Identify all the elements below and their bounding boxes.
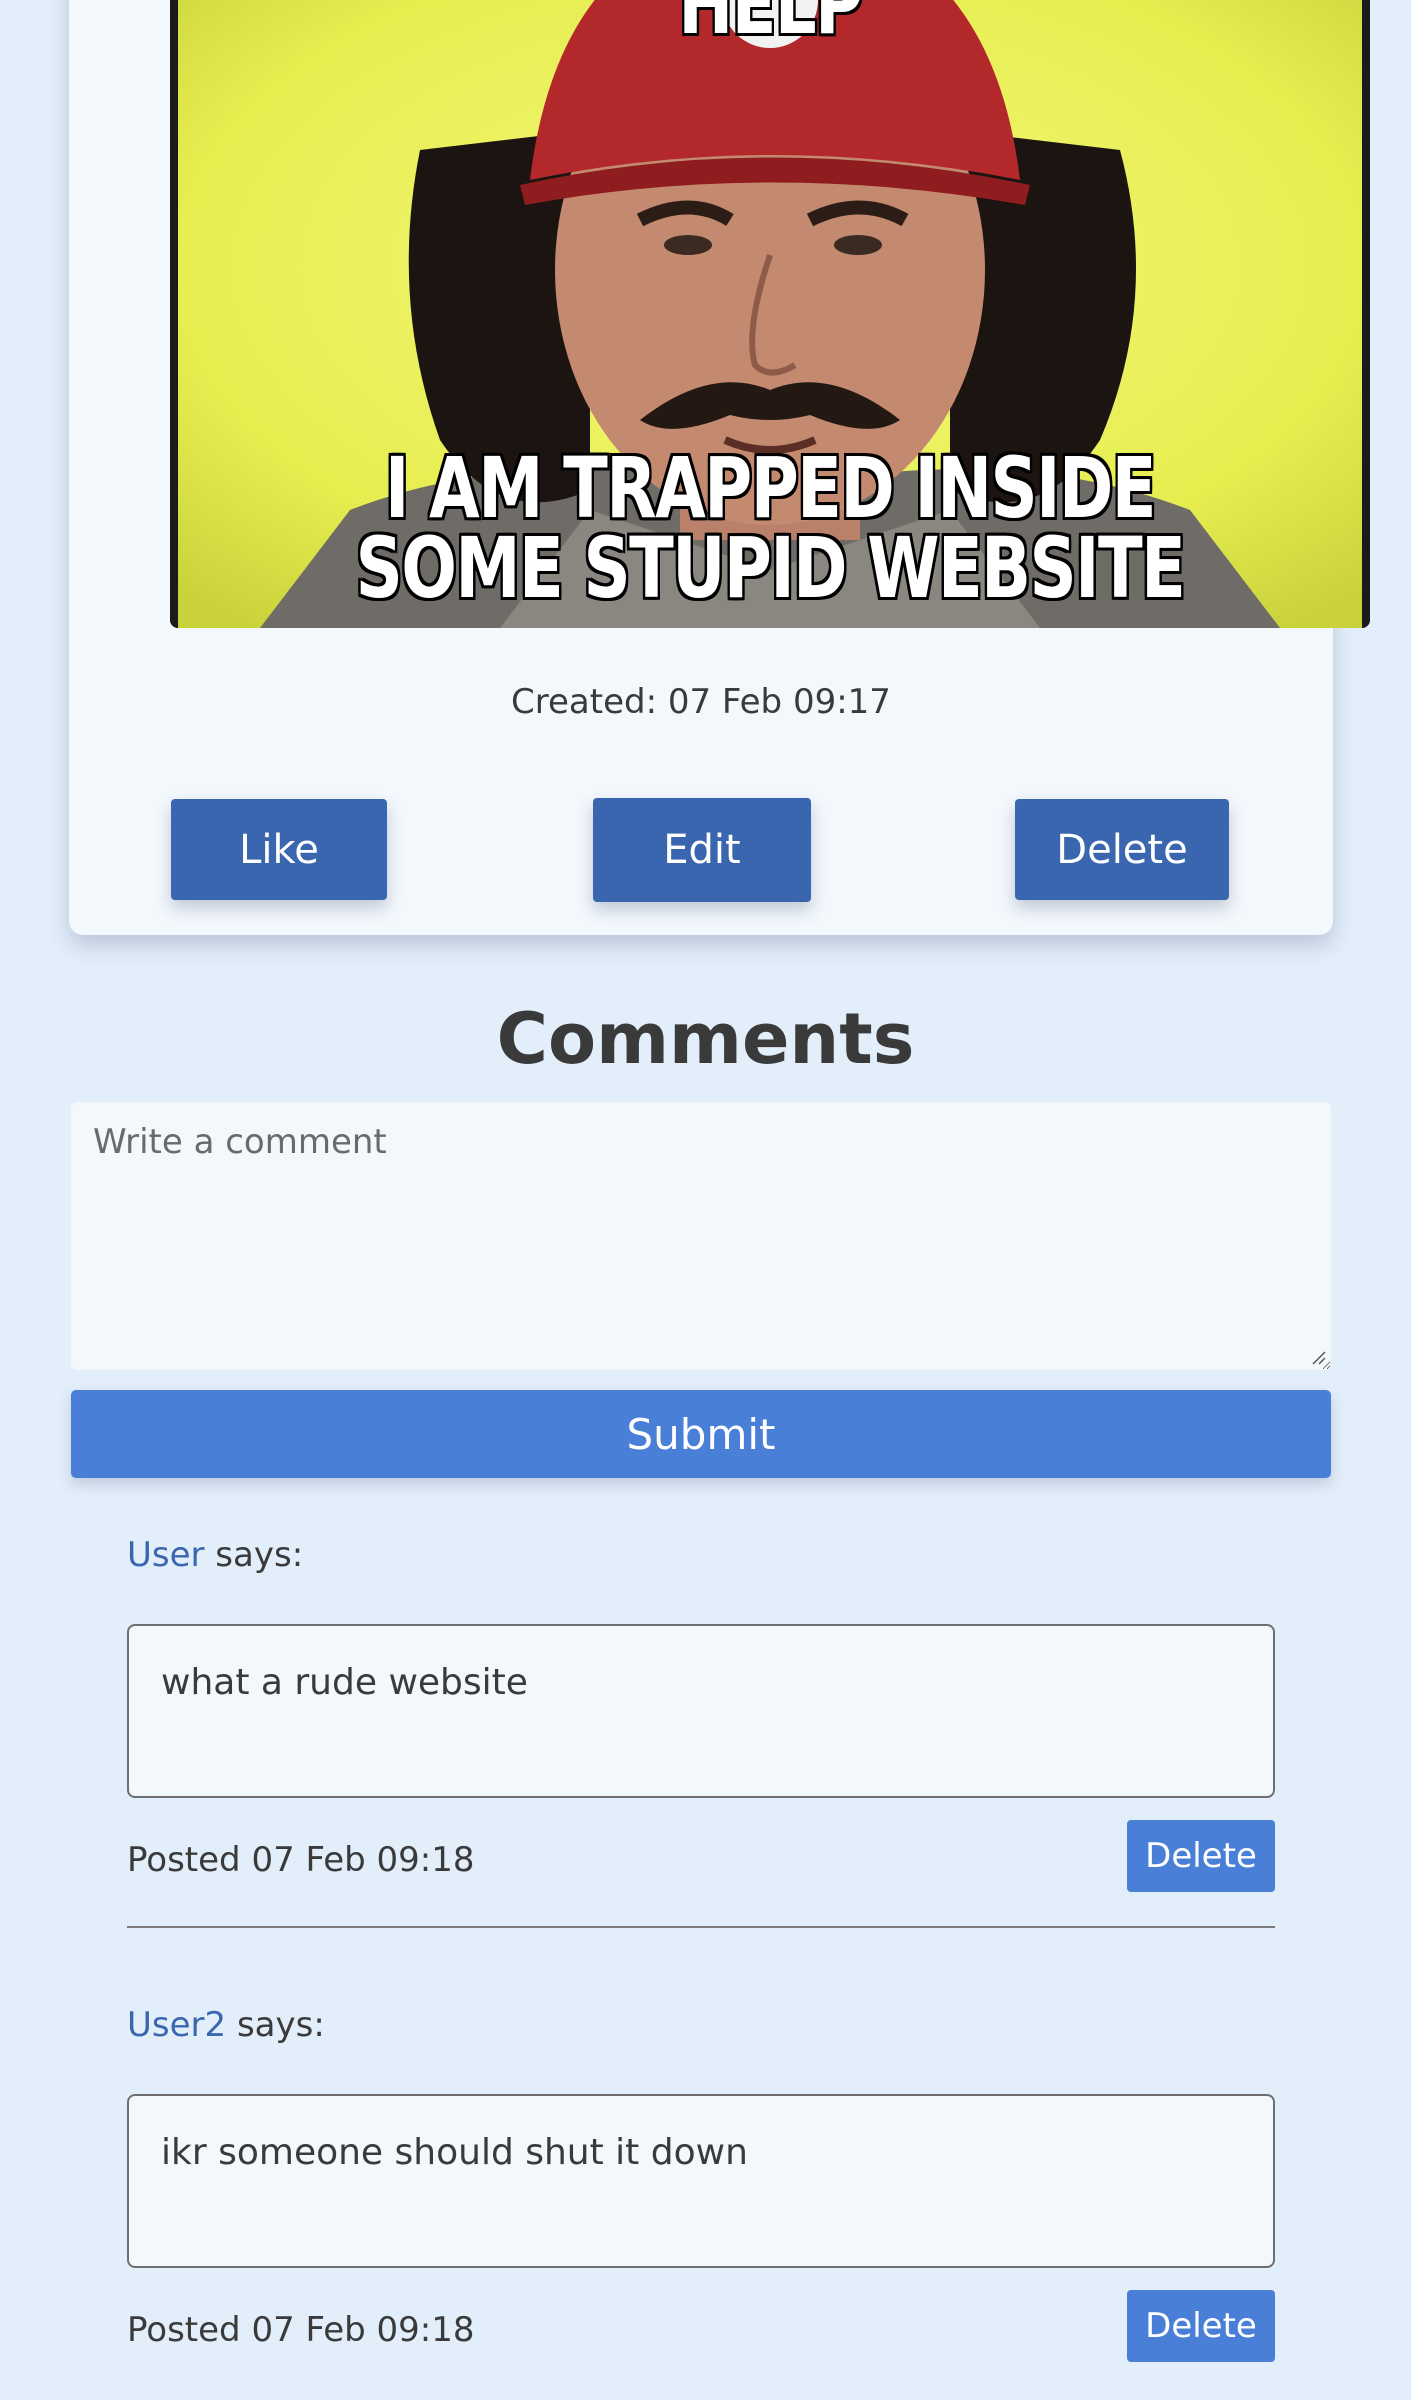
comment-item: User2 says: ikr someone should shut it d… bbox=[127, 2000, 1275, 2362]
comment-author-link[interactable]: User bbox=[127, 1535, 205, 1575]
comment-text: what a rude website bbox=[127, 1624, 1275, 1798]
post-created-date: Created: 07 Feb 09:17 bbox=[511, 682, 891, 722]
says-label: says: bbox=[204, 1535, 304, 1575]
comment-text: ikr someone should shut it down bbox=[127, 2094, 1275, 2268]
comment-input[interactable] bbox=[71, 1102, 1331, 1370]
comment-footer: Posted 07 Feb 09:18 Delete bbox=[127, 1820, 1275, 1892]
comments-heading: Comments bbox=[496, 998, 915, 1080]
comment-footer: Posted 07 Feb 09:18 Delete bbox=[127, 2290, 1275, 2362]
delete-comment-button[interactable]: Delete bbox=[1127, 2290, 1275, 2362]
meme-bottom-caption: I AM TRAPPED INSIDE SOME STUPID WEBSITE bbox=[355, 439, 1186, 617]
post-card: HELP I AM TRAPPED INSIDE SOME STUPID WEB… bbox=[69, 0, 1370, 935]
comment-posted-date: Posted 07 Feb 09:18 bbox=[127, 1840, 475, 1880]
comment-author-line: User2 says: bbox=[127, 2000, 1275, 2050]
comment-divider bbox=[127, 1926, 1275, 1928]
says-label: says: bbox=[226, 2005, 325, 2045]
edit-button[interactable]: Edit bbox=[593, 798, 811, 902]
comment-author-link[interactable]: User2 bbox=[127, 2005, 226, 2045]
delete-comment-button[interactable]: Delete bbox=[1127, 1820, 1275, 1892]
like-button[interactable]: Like bbox=[171, 799, 387, 900]
comment-item: User says: what a rude website Posted 07… bbox=[127, 1530, 1275, 1928]
meme-top-caption: HELP bbox=[678, 0, 863, 53]
meme-image: HELP I AM TRAPPED INSIDE SOME STUPID WEB… bbox=[170, 0, 1370, 628]
resize-handle-icon[interactable] bbox=[1310, 1349, 1326, 1365]
delete-post-button[interactable]: Delete bbox=[1015, 799, 1229, 900]
submit-comment-button[interactable]: Submit bbox=[71, 1390, 1331, 1478]
comment-posted-date: Posted 07 Feb 09:18 bbox=[127, 2310, 475, 2350]
comment-author-line: User says: bbox=[127, 1530, 1275, 1580]
